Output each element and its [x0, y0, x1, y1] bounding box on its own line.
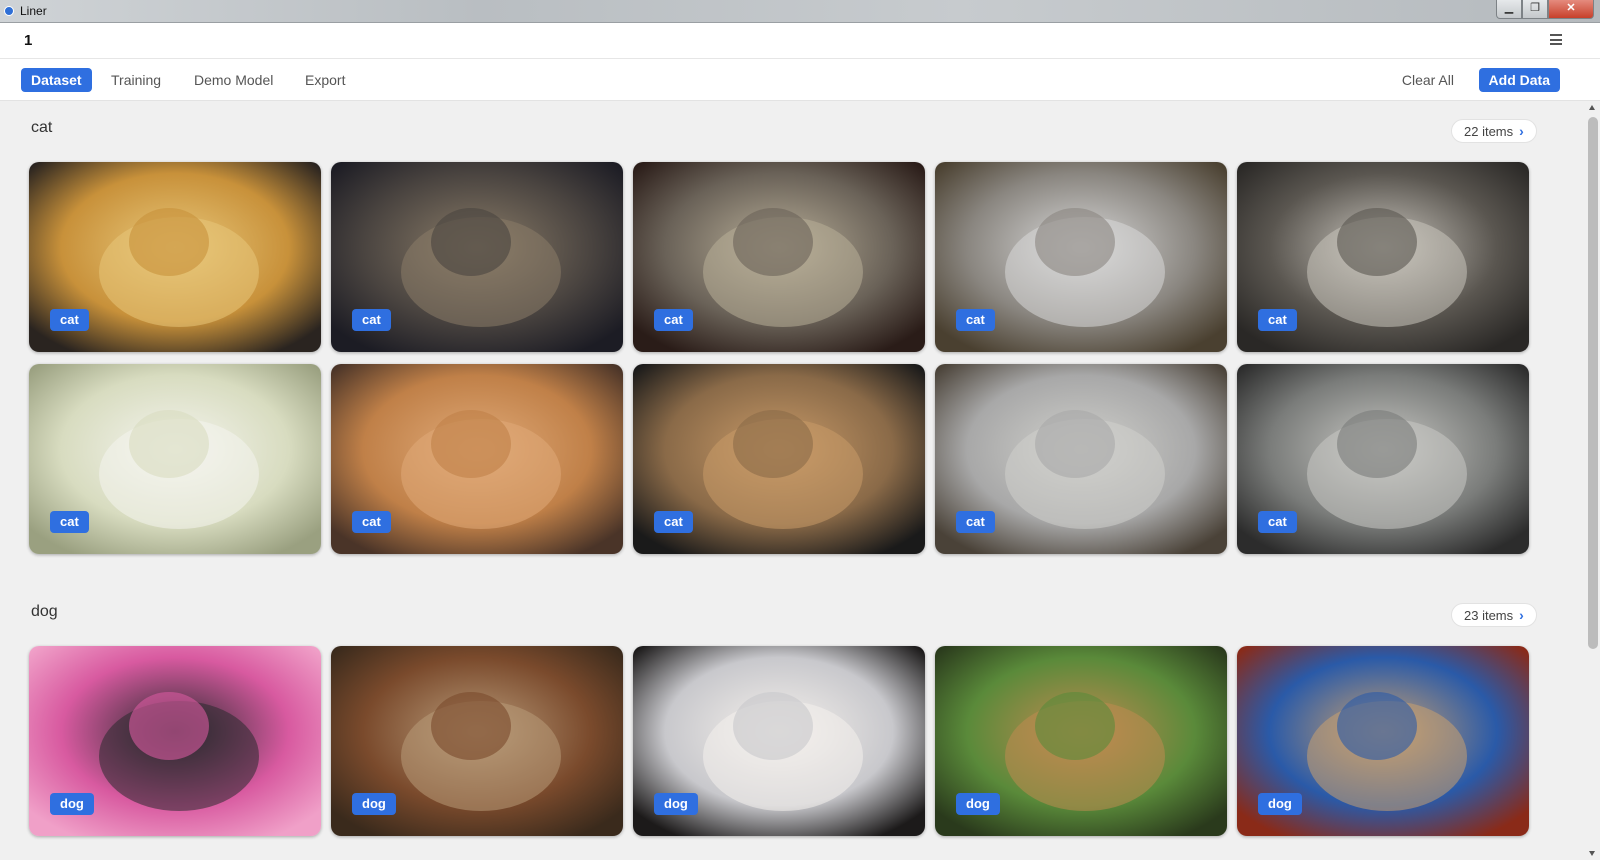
class-label-badge: cat: [50, 309, 89, 331]
section-title-cat: cat: [31, 119, 53, 136]
window-controls: ▁ ❐ ✕: [1496, 0, 1594, 19]
items-count-button-cat[interactable]: 22 items ›: [1451, 119, 1537, 143]
class-label-badge: dog: [654, 793, 698, 815]
class-label-badge: cat: [50, 511, 89, 533]
image-card[interactable]: cat: [633, 162, 925, 352]
class-label-badge: dog: [352, 793, 396, 815]
tab-bar: Dataset Training Demo Model Export Clear…: [0, 59, 1600, 101]
tab-export[interactable]: Export: [295, 68, 355, 92]
items-count-button-dog[interactable]: 23 items ›: [1451, 603, 1537, 627]
scroll-up-arrow-icon[interactable]: [1589, 105, 1595, 110]
image-card[interactable]: dog: [1237, 646, 1529, 836]
class-label-badge: cat: [654, 511, 693, 533]
tab-demo-model[interactable]: Demo Model: [184, 68, 283, 92]
class-label-badge: cat: [352, 309, 391, 331]
minimize-button[interactable]: ▁: [1496, 0, 1522, 19]
tab-training[interactable]: Training: [101, 68, 171, 92]
image-card[interactable]: cat: [633, 364, 925, 554]
hamburger-menu-icon[interactable]: [1550, 34, 1562, 45]
chevron-right-icon: ›: [1519, 607, 1524, 623]
items-count-label: 23 items: [1464, 608, 1514, 623]
class-label-badge: cat: [956, 309, 995, 331]
items-count-label: 22 items: [1464, 124, 1514, 139]
tab-dataset[interactable]: Dataset: [21, 68, 92, 92]
dataset-content: cat 22 items › dog 23 items › cat cat cat cat…: [0, 101, 1585, 860]
app-icon: [4, 6, 14, 16]
image-card[interactable]: cat: [935, 364, 1227, 554]
image-card[interactable]: cat: [331, 364, 623, 554]
class-label-badge: cat: [1258, 309, 1297, 331]
maximize-button[interactable]: ❐: [1522, 0, 1548, 19]
image-card[interactable]: dog: [331, 646, 623, 836]
close-button[interactable]: ✕: [1548, 0, 1594, 19]
class-label-badge: dog: [50, 793, 94, 815]
image-card[interactable]: cat: [29, 364, 321, 554]
class-label-badge: cat: [1258, 511, 1297, 533]
class-label-badge: cat: [956, 511, 995, 533]
image-card[interactable]: cat: [29, 162, 321, 352]
class-label-badge: cat: [654, 309, 693, 331]
chevron-right-icon: ›: [1519, 123, 1524, 139]
image-card[interactable]: cat: [1237, 162, 1529, 352]
scrollbar-thumb[interactable]: [1588, 117, 1598, 649]
app-header: 1: [0, 23, 1600, 59]
class-label-badge: dog: [956, 793, 1000, 815]
image-card[interactable]: dog: [935, 646, 1227, 836]
image-card[interactable]: dog: [29, 646, 321, 836]
image-card[interactable]: cat: [1237, 364, 1529, 554]
scroll-down-arrow-icon[interactable]: [1589, 851, 1595, 856]
section-title-dog: dog: [31, 603, 58, 620]
image-card[interactable]: cat: [935, 162, 1227, 352]
project-name: 1: [24, 32, 33, 49]
add-data-button[interactable]: Add Data: [1478, 68, 1560, 92]
vertical-scrollbar[interactable]: [1585, 101, 1600, 860]
clear-all-button[interactable]: Clear All: [1402, 68, 1454, 92]
class-label-badge: cat: [352, 511, 391, 533]
image-card[interactable]: cat: [331, 162, 623, 352]
window-title: Liner: [20, 4, 47, 18]
image-card[interactable]: dog: [633, 646, 925, 836]
class-label-badge: dog: [1258, 793, 1302, 815]
window-titlebar: Liner ▁ ❐ ✕: [0, 0, 1600, 23]
